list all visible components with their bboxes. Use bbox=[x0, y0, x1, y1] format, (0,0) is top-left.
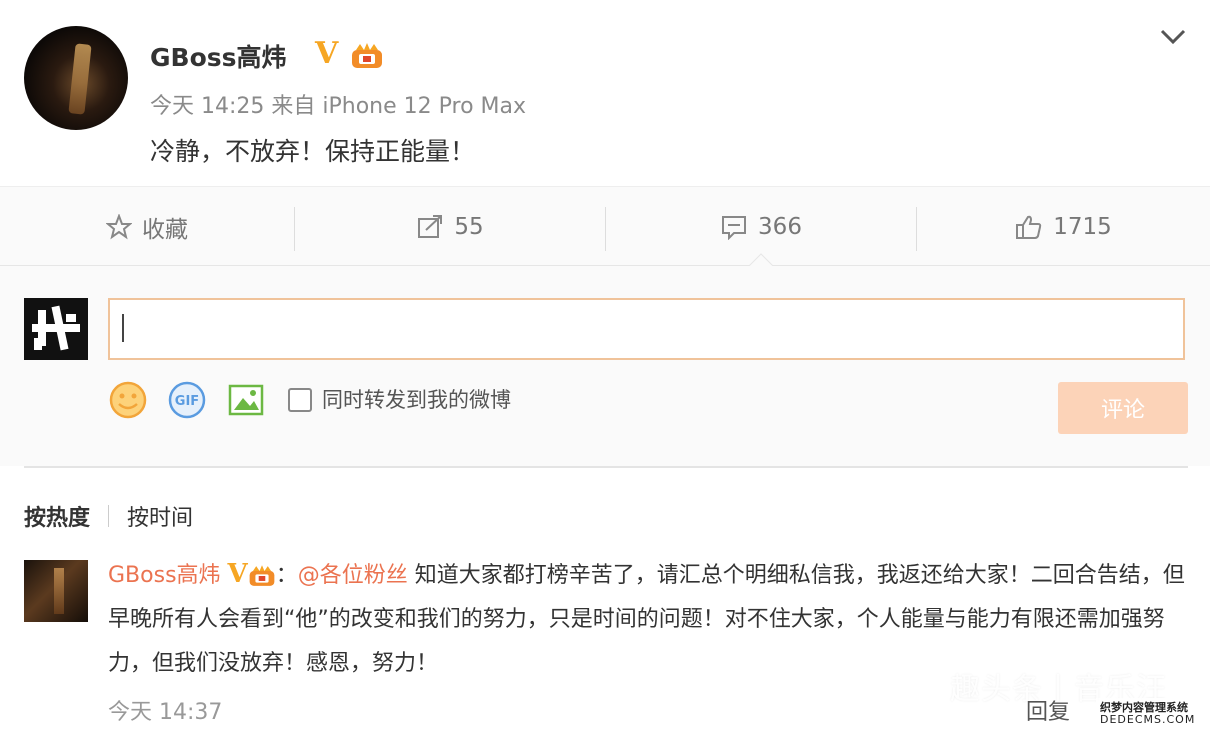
verified-badge-icon: V bbox=[227, 559, 248, 589]
site-watermark: 织梦内容管理系统 DEDECMS.COM bbox=[1096, 698, 1204, 728]
submit-comment-button[interactable]: 评论 bbox=[1058, 382, 1188, 434]
tab-by-time[interactable]: 按时间 bbox=[127, 500, 193, 532]
like-button[interactable]: 1715 bbox=[917, 187, 1210, 267]
author-avatar[interactable] bbox=[24, 26, 128, 130]
favorite-label: 收藏 bbox=[142, 217, 188, 243]
emoji-icon[interactable] bbox=[108, 380, 148, 420]
favorite-button[interactable]: 收藏 bbox=[0, 187, 294, 267]
comment-icon bbox=[722, 216, 747, 240]
comment-input[interactable] bbox=[108, 298, 1185, 360]
like-count: 1715 bbox=[1053, 214, 1112, 240]
svg-text:GIF: GIF bbox=[175, 394, 199, 409]
chevron-down-icon[interactable] bbox=[1158, 22, 1188, 50]
comment-composer: GIF 同时转发到我的微博 评论 bbox=[0, 266, 1210, 466]
divider bbox=[108, 505, 110, 527]
verified-badge-icon: V bbox=[315, 36, 339, 71]
divider bbox=[24, 466, 1188, 468]
author-name[interactable]: GBoss高炜 bbox=[150, 38, 287, 74]
star-icon bbox=[106, 214, 132, 240]
logo-icon bbox=[32, 305, 80, 351]
comment-colon: ： bbox=[275, 563, 298, 588]
vip-crown-icon bbox=[352, 43, 382, 68]
post-source: 来自 iPhone 12 Pro Max bbox=[271, 94, 527, 119]
repost-count: 55 bbox=[454, 214, 484, 240]
vip-crown-icon bbox=[249, 565, 275, 586]
gif-icon[interactable]: GIF bbox=[167, 380, 207, 420]
thumbs-up-icon bbox=[1016, 215, 1042, 239]
repost-button[interactable]: 55 bbox=[295, 187, 605, 267]
my-avatar[interactable] bbox=[24, 298, 88, 360]
post-time[interactable]: 今天 14:25 bbox=[150, 94, 264, 119]
commenter-name[interactable]: GBoss高炜 bbox=[108, 563, 221, 588]
comment-time: 今天 14:37 bbox=[108, 700, 223, 725]
commenter-avatar[interactable] bbox=[24, 560, 88, 622]
comment-count: 366 bbox=[758, 214, 802, 240]
comment-section-caret bbox=[748, 253, 774, 267]
site-watermark-line2: DEDECMS.COM bbox=[1100, 713, 1196, 726]
image-icon[interactable] bbox=[226, 380, 266, 420]
repost-icon bbox=[418, 215, 443, 238]
also-repost-label: 同时转发到我的微博 bbox=[322, 388, 511, 412]
post-meta: 今天 14:25 来自 iPhone 12 Pro Max bbox=[150, 88, 526, 120]
comment-mention[interactable]: @各位粉丝 bbox=[298, 563, 408, 588]
comment-sort-tabs: 按热度 按时间 bbox=[24, 500, 193, 532]
also-repost-checkbox[interactable] bbox=[288, 388, 312, 412]
weibo-post: GBoss高炜 V 今天 14:25 来自 iPhone 12 Pro Max … bbox=[0, 0, 1210, 186]
post-action-bar: 收藏 55 366 1715 bbox=[0, 186, 1210, 266]
post-text: 冷静，不放弃！保持正能量！ bbox=[150, 137, 476, 166]
tab-by-hot[interactable]: 按热度 bbox=[24, 500, 90, 532]
